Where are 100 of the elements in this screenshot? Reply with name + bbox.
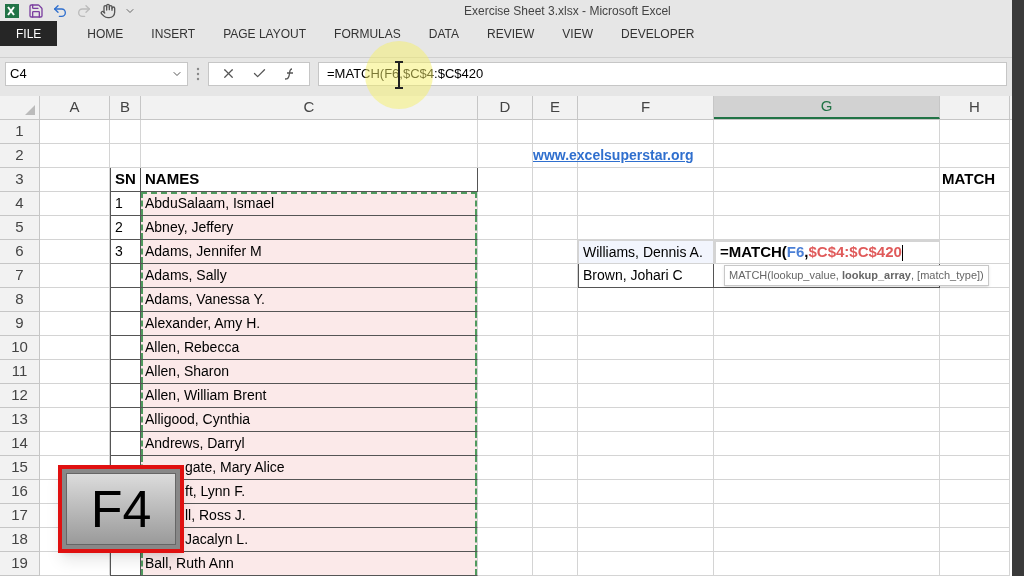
referenced-cell: Williams, Dennis A. [578,240,714,264]
name-cell: Ball, Ruth Ann [141,552,478,576]
empty-cell [940,192,1010,216]
empty-cell [940,144,1010,168]
empty-cell [940,312,1010,336]
empty-cell [533,408,578,432]
serial-number: 3 [110,240,141,264]
empty-cell [533,456,578,480]
name-cell: Abney, Jeffery [141,216,478,240]
column-header[interactable]: C [141,96,478,119]
ribbon-tab[interactable]: DATA [414,21,473,47]
column-header[interactable]: B [110,96,141,119]
empty-cell [940,288,1010,312]
name-cell: Adams, Sally [141,264,478,288]
name-cell: Allen, William Brent [141,384,478,408]
serial-number: 2 [110,216,141,240]
column-header[interactable]: E [533,96,578,119]
ribbon-tab[interactable]: INSERT [137,21,210,47]
empty-cell [533,528,578,552]
serial-number: 1 [110,192,141,216]
window-title: Exercise Sheet 3.xlsx - Microsoft Excel [464,2,671,20]
name-cell: Allen, Sharon [141,360,478,384]
spreadsheet-logo-icon[interactable] [4,2,20,19]
empty-cell [940,408,1010,432]
empty-cell [478,168,533,192]
ribbon-tab[interactable]: REVIEW [473,21,549,47]
empty-cell [940,504,1010,528]
website-link[interactable]: www.excelsuperstar.org [533,145,694,166]
empty-cell [940,120,1010,144]
row-header[interactable]: 6 [0,240,40,264]
empty-cell [940,456,1010,480]
row-header[interactable]: 1 [0,120,40,144]
name-cell: AbduSalaam, Ismael [141,192,478,216]
name-cell: Andrews, Darryl [141,432,478,456]
empty-cell [110,120,141,144]
name-cell: gate, Mary Alice [141,456,478,480]
row-header[interactable]: 8 [0,288,40,312]
empty-cell [940,480,1010,504]
empty-cell [940,432,1010,456]
name-box[interactable]: C4 [5,61,188,86]
row-header[interactable]: 10 [0,336,40,360]
empty-cell [533,192,578,216]
empty-cell [533,264,578,288]
empty-cell [940,552,1010,576]
name-cell: Allen, Rebecca [141,336,478,360]
grip-icon [196,66,200,81]
empty-cell [533,288,578,312]
row-header[interactable]: 2 [0,144,40,168]
ribbon-tab[interactable]: DEVELOPER [607,21,709,47]
empty-cell [110,144,141,168]
row-header[interactable]: 19 [0,552,40,576]
touch-mode-icon[interactable] [100,2,116,19]
row-header[interactable]: 4 [0,192,40,216]
empty-cell [940,360,1010,384]
empty-cell [533,384,578,408]
empty-cell [478,120,533,144]
name-cell: Alligood, Cynthia [141,408,478,432]
empty-cell [533,504,578,528]
empty-cell [940,528,1010,552]
empty-cell [533,552,578,576]
ribbon-tab[interactable]: VIEW [548,21,607,47]
empty-cell [533,480,578,504]
row-header[interactable]: 11 [0,360,40,384]
name-cell: Brown, Johari C [578,264,714,288]
column-header[interactable]: G [714,96,940,119]
ribbon-tab[interactable]: FORMULAS [320,21,415,47]
ribbon-tab[interactable]: PAGE LAYOUT [209,21,321,47]
row-header[interactable]: 13 [0,408,40,432]
name-cell: Adams, Jennifer M [141,240,478,264]
column-header[interactable]: D [478,96,533,119]
empty-cell [533,432,578,456]
column-header[interactable]: H [940,96,1010,119]
name-cell: Adams, Vanessa Y. [141,288,478,312]
row-header[interactable]: 18 [0,528,40,552]
row-header[interactable]: 12 [0,384,40,408]
name-cell: Alexander, Amy H. [141,312,478,336]
empty-cell [940,384,1010,408]
row-header[interactable]: 9 [0,312,40,336]
column-header[interactable]: A [40,96,110,119]
empty-cell [940,336,1010,360]
column-heading: SN [110,168,141,192]
undo-icon[interactable] [52,2,68,19]
ribbon-tab[interactable]: HOME [73,21,138,47]
function-tooltip: MATCH(lookup_value, lookup_array, [match_type]) [724,265,989,286]
row-header[interactable]: 7 [0,264,40,288]
empty-cell [533,336,578,360]
row-header[interactable]: 16 [0,480,40,504]
sheet-title: MATCH [940,168,1010,192]
row-header[interactable]: 15 [0,456,40,480]
row-header[interactable]: 17 [0,504,40,528]
row-header[interactable]: 3 [0,168,40,192]
formula-edit-cell[interactable]: =MATCH(F6,$C$4:$C$420 [714,240,940,264]
empty-cell [533,312,578,336]
empty-cell [533,360,578,384]
row-header[interactable]: 14 [0,432,40,456]
f4-key-overlay: F4 [58,465,184,553]
ribbon-tab[interactable]: FILE [0,21,58,47]
empty-cell [940,216,1010,240]
row-header[interactable]: 5 [0,216,40,240]
save-icon[interactable] [28,2,44,19]
